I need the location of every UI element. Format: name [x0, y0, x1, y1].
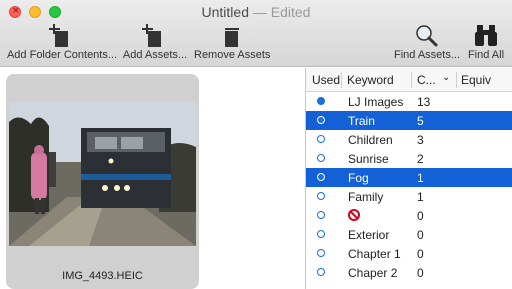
remove-assets-button[interactable]: Remove Assets: [194, 24, 270, 66]
add-assets-label: Add Assets...: [122, 49, 188, 61]
count-cell: 0: [417, 266, 424, 280]
table-row[interactable]: Chaper 2 0: [306, 263, 512, 282]
table-row[interactable]: Sunrise 2: [306, 149, 512, 168]
window-title: Untitled — Edited: [0, 4, 512, 20]
keyword-cell: Chaper 2: [348, 266, 398, 280]
remove-assets-label: Remove Assets: [194, 49, 271, 61]
used-indicator-icon: [317, 154, 325, 162]
keyword-cell: Children: [348, 133, 393, 147]
keyword-table-header: Used Keyword C... ⌄ Equiv: [306, 68, 512, 92]
used-indicator-icon: [317, 230, 325, 238]
find-assets-button[interactable]: Find Assets...: [394, 24, 460, 66]
add-folder-contents-label: Add Folder Contents...: [6, 49, 118, 61]
used-indicator-icon: [317, 97, 325, 105]
count-cell: 1: [417, 190, 424, 204]
used-indicator-icon: [317, 173, 325, 181]
keyword-table: Used Keyword C... ⌄ Equiv LJ Images 13 T…: [306, 68, 512, 289]
asset-photo: [9, 102, 196, 246]
remove-assets-icon: [219, 24, 245, 49]
column-header-equiv[interactable]: Equiv: [461, 73, 491, 87]
used-indicator-icon: [317, 211, 325, 219]
keyword-cell: LJ Images: [348, 95, 404, 109]
keyword-cell: Family: [348, 190, 384, 204]
used-indicator-icon: [317, 116, 325, 124]
window-title-name: Untitled: [201, 4, 249, 20]
window-title-edited: — Edited: [252, 4, 311, 20]
count-cell: 0: [417, 228, 424, 242]
column-header-count[interactable]: C...: [417, 73, 436, 87]
column-separator[interactable]: [411, 72, 412, 88]
asset-browser: IMG_4493.HEIC: [0, 68, 305, 289]
count-cell: 0: [417, 209, 424, 223]
binoculars-icon: [473, 24, 499, 49]
keyword-cell: Fog: [348, 171, 369, 185]
keyword-cell: Exterior: [348, 228, 390, 242]
keyword-cell: Train: [348, 114, 375, 128]
column-separator[interactable]: [341, 72, 342, 88]
count-cell: 0: [417, 247, 424, 261]
used-indicator-icon: [317, 192, 325, 200]
add-assets-button[interactable]: Add Assets...: [122, 24, 188, 66]
asset-filename: IMG_4493.HEIC: [62, 270, 143, 282]
used-indicator-icon: [317, 249, 325, 257]
keyword-cell: Sunrise: [348, 152, 389, 166]
count-cell: 5: [417, 114, 424, 128]
table-row[interactable]: Chapter 1 0: [306, 244, 512, 263]
sort-chevron-icon: ⌄: [442, 72, 451, 83]
find-assets-label: Find Assets...: [394, 49, 461, 61]
magnifier-icon: [414, 24, 440, 49]
no-entry-icon: [348, 209, 360, 221]
column-separator[interactable]: [456, 72, 457, 88]
table-row[interactable]: Family 1: [306, 187, 512, 206]
table-row[interactable]: LJ Images 13: [306, 92, 512, 111]
table-row[interactable]: Train 5: [306, 111, 512, 130]
count-cell: 13: [417, 95, 431, 109]
asset-thumbnail-card[interactable]: IMG_4493.HEIC: [6, 74, 199, 289]
add-folder-icon: [49, 24, 75, 49]
used-indicator-icon: [317, 135, 325, 143]
add-assets-icon: [142, 24, 168, 49]
used-indicator-icon: [317, 268, 325, 276]
find-all-label: Find All: [467, 49, 505, 61]
table-row[interactable]: 0: [306, 206, 512, 225]
column-header-used[interactable]: Used: [312, 73, 340, 87]
table-row[interactable]: Fog 1: [306, 168, 512, 187]
count-cell: 2: [417, 152, 424, 166]
keyword-cell: Chapter 1: [348, 247, 401, 261]
add-folder-contents-button[interactable]: Add Folder Contents...: [6, 24, 118, 66]
table-row[interactable]: Exterior 0: [306, 225, 512, 244]
count-cell: 1: [417, 171, 424, 185]
count-cell: 3: [417, 133, 424, 147]
column-header-keyword[interactable]: Keyword: [347, 73, 394, 87]
table-row[interactable]: Children 3: [306, 130, 512, 149]
find-all-button[interactable]: Find All: [466, 24, 506, 66]
window-titlebar: × Untitled — Edited Add Folder Contents.…: [0, 0, 512, 67]
keyword-table-rows: LJ Images 13 Train 5 Children 3 Sunrise …: [306, 92, 512, 282]
